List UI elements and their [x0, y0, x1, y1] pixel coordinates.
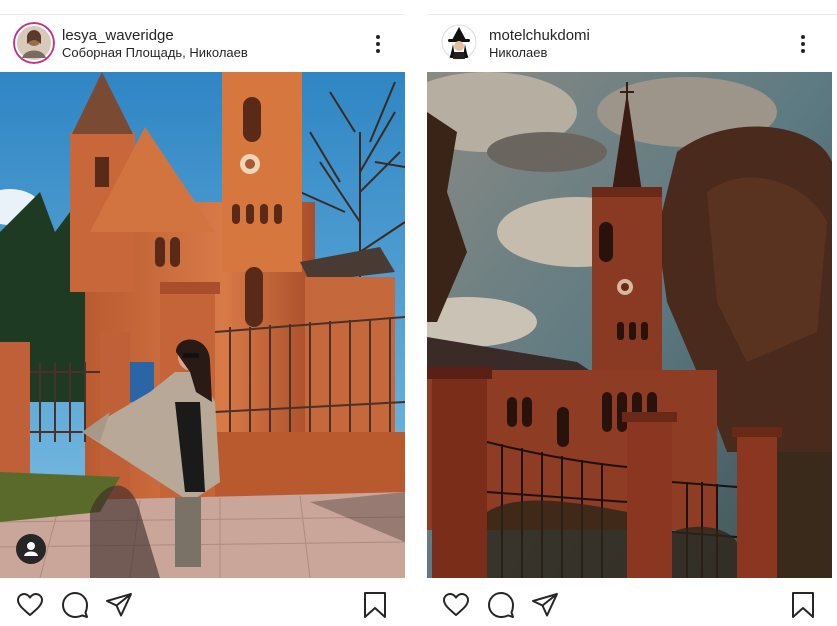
divider	[0, 14, 405, 15]
post-header: motelchukdomi Николаев	[427, 18, 837, 70]
post-photo[interactable]	[427, 72, 832, 578]
bookmark-icon[interactable]	[360, 590, 390, 620]
post-left: lesya_waveridge Соборная Площадь, Никола…	[0, 0, 405, 626]
more-vertical-icon[interactable]	[796, 34, 810, 54]
post-actions	[427, 588, 837, 622]
post-location[interactable]: Николаев	[489, 45, 547, 60]
comment-icon[interactable]	[60, 590, 90, 620]
divider	[427, 14, 837, 15]
profile-avatar[interactable]	[13, 22, 55, 64]
post-username[interactable]: motelchukdomi	[489, 27, 590, 44]
post-right: motelchukdomi Николаев	[427, 0, 837, 626]
paper-plane-icon[interactable]	[104, 590, 134, 620]
profile-avatar-witch[interactable]	[441, 24, 477, 60]
paper-plane-icon[interactable]	[530, 590, 560, 620]
heart-icon[interactable]	[15, 590, 45, 620]
heart-icon[interactable]	[441, 590, 471, 620]
post-location[interactable]: Соборная Площадь, Николаев	[62, 45, 248, 60]
post-actions	[0, 588, 405, 622]
comment-icon[interactable]	[486, 590, 516, 620]
user-tag-icon[interactable]	[16, 534, 46, 564]
post-photo[interactable]	[0, 72, 405, 578]
post-username[interactable]: lesya_waveridge	[62, 27, 174, 44]
post-header: lesya_waveridge Соборная Площадь, Никола…	[0, 18, 405, 70]
more-vertical-icon[interactable]	[371, 34, 385, 54]
bookmark-icon[interactable]	[788, 590, 818, 620]
